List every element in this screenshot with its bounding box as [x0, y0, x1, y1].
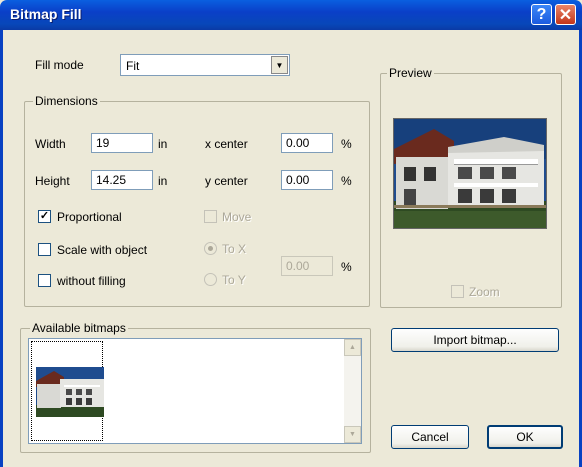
radio-selected-dot [208, 246, 213, 251]
x-center-unit: % [341, 137, 352, 151]
preview-group-title: Preview [387, 66, 434, 80]
y-center-unit: % [341, 174, 352, 188]
scroll-down-icon[interactable]: ▼ [344, 426, 361, 443]
fill-mode-value: Fit [126, 59, 140, 73]
help-icon: ? [536, 5, 547, 23]
proportional-label: Proportional [57, 210, 122, 224]
bitmap-list[interactable]: ▲ ▼ [28, 338, 362, 444]
scroll-up-icon[interactable]: ▲ [344, 339, 361, 356]
move-offset-unit: % [341, 260, 352, 274]
width-label: Width [35, 137, 66, 151]
window-border-left [0, 30, 3, 467]
import-bitmap-button[interactable]: Import bitmap... [391, 328, 559, 352]
x-center-field[interactable] [281, 133, 333, 153]
without-filling-checkbox[interactable] [38, 274, 51, 287]
height-unit: in [158, 174, 168, 188]
cancel-button[interactable]: Cancel [391, 425, 469, 449]
height-field[interactable] [91, 170, 153, 190]
y-center-label: y center [205, 174, 248, 188]
zoom-checkbox[interactable] [451, 285, 464, 298]
proportional-checkbox[interactable]: ✓ [38, 210, 51, 223]
x-center-label: x center [205, 137, 248, 151]
move-label: Move [222, 210, 252, 224]
scale-with-object-label: Scale with object [57, 243, 148, 257]
without-filling-label: without filling [57, 274, 126, 288]
width-field[interactable] [91, 133, 153, 153]
height-label: Height [35, 174, 70, 188]
title-bar: Bitmap Fill ? ✕ [0, 0, 582, 30]
ok-button[interactable]: OK [487, 425, 563, 449]
y-center-field[interactable] [281, 170, 333, 190]
help-button[interactable]: ? [531, 4, 552, 25]
preview-image [393, 118, 547, 229]
available-bitmaps-group-title: Available bitmaps [30, 321, 128, 335]
move-checkbox[interactable] [204, 210, 217, 223]
scale-with-object-checkbox[interactable] [38, 243, 51, 256]
close-icon: ✕ [558, 6, 573, 24]
zoom-label: Zoom [469, 285, 500, 299]
check-icon: ✓ [39, 210, 50, 222]
to-y-radio[interactable] [204, 273, 217, 286]
fill-mode-select[interactable]: Fit ▼ [120, 54, 290, 76]
chevron-down-icon[interactable]: ▼ [271, 56, 288, 74]
to-x-radio[interactable] [204, 242, 217, 255]
window-title: Bitmap Fill [10, 6, 82, 22]
close-button[interactable]: ✕ [555, 4, 576, 25]
width-unit: in [158, 137, 168, 151]
to-x-label: To X [222, 242, 247, 256]
move-offset-field[interactable] [281, 256, 333, 276]
dimensions-group-title: Dimensions [33, 94, 100, 108]
bitmap-thumbnail-item[interactable] [31, 341, 104, 441]
fill-mode-label: Fill mode [35, 58, 84, 72]
bitmap-thumbnail-image [36, 367, 104, 417]
bitmap-list-scrollbar[interactable]: ▲ ▼ [344, 339, 361, 443]
to-y-label: To Y [222, 273, 246, 287]
